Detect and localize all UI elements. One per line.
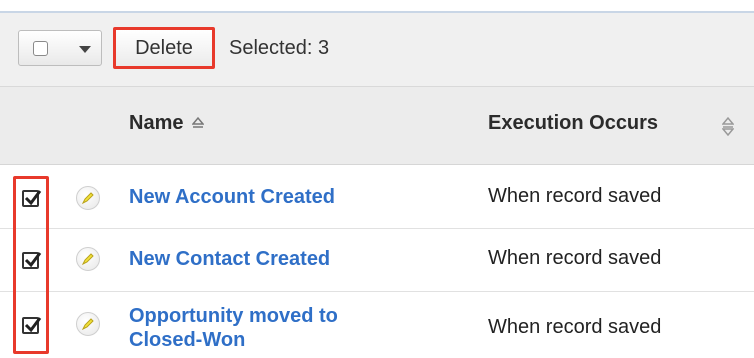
chevron-down-icon[interactable]	[79, 46, 91, 53]
execution-cell: When record saved	[488, 185, 662, 207]
table-row: Opportunity moved to Closed-Won When rec…	[0, 292, 754, 358]
table-row: New Account Created When record saved	[0, 165, 754, 231]
pencil-icon	[81, 253, 94, 266]
pencil-icon	[81, 192, 94, 205]
execution-cell: When record saved	[488, 247, 662, 269]
checkbox-highlight-box	[13, 176, 49, 354]
pencil-icon	[81, 318, 94, 331]
column-header-execution[interactable]: Execution Occurs	[488, 112, 658, 135]
record-name-link[interactable]: Opportunity moved to Closed-Won	[129, 304, 338, 352]
record-name-line: Closed-Won	[129, 329, 246, 351]
edit-pencil-icon[interactable]	[76, 312, 100, 336]
table-row: New Contact Created When record saved	[0, 229, 754, 295]
column-header-name[interactable]: Name	[129, 112, 183, 135]
sort-icon[interactable]	[192, 116, 204, 136]
edit-pencil-icon[interactable]	[76, 247, 100, 271]
record-name-link[interactable]: New Contact Created	[129, 247, 330, 271]
sort-icon[interactable]	[722, 116, 734, 136]
selected-count: Selected: 3	[229, 37, 330, 59]
execution-cell: When record saved	[488, 316, 662, 338]
select-all-checkbox[interactable]	[33, 41, 48, 56]
record-name-link[interactable]: New Account Created	[129, 185, 335, 209]
delete-button[interactable]: Delete	[113, 27, 215, 69]
record-name-line: Opportunity moved to	[129, 305, 338, 327]
mass-select-dropdown[interactable]	[18, 30, 102, 66]
edit-pencil-icon[interactable]	[76, 186, 100, 210]
